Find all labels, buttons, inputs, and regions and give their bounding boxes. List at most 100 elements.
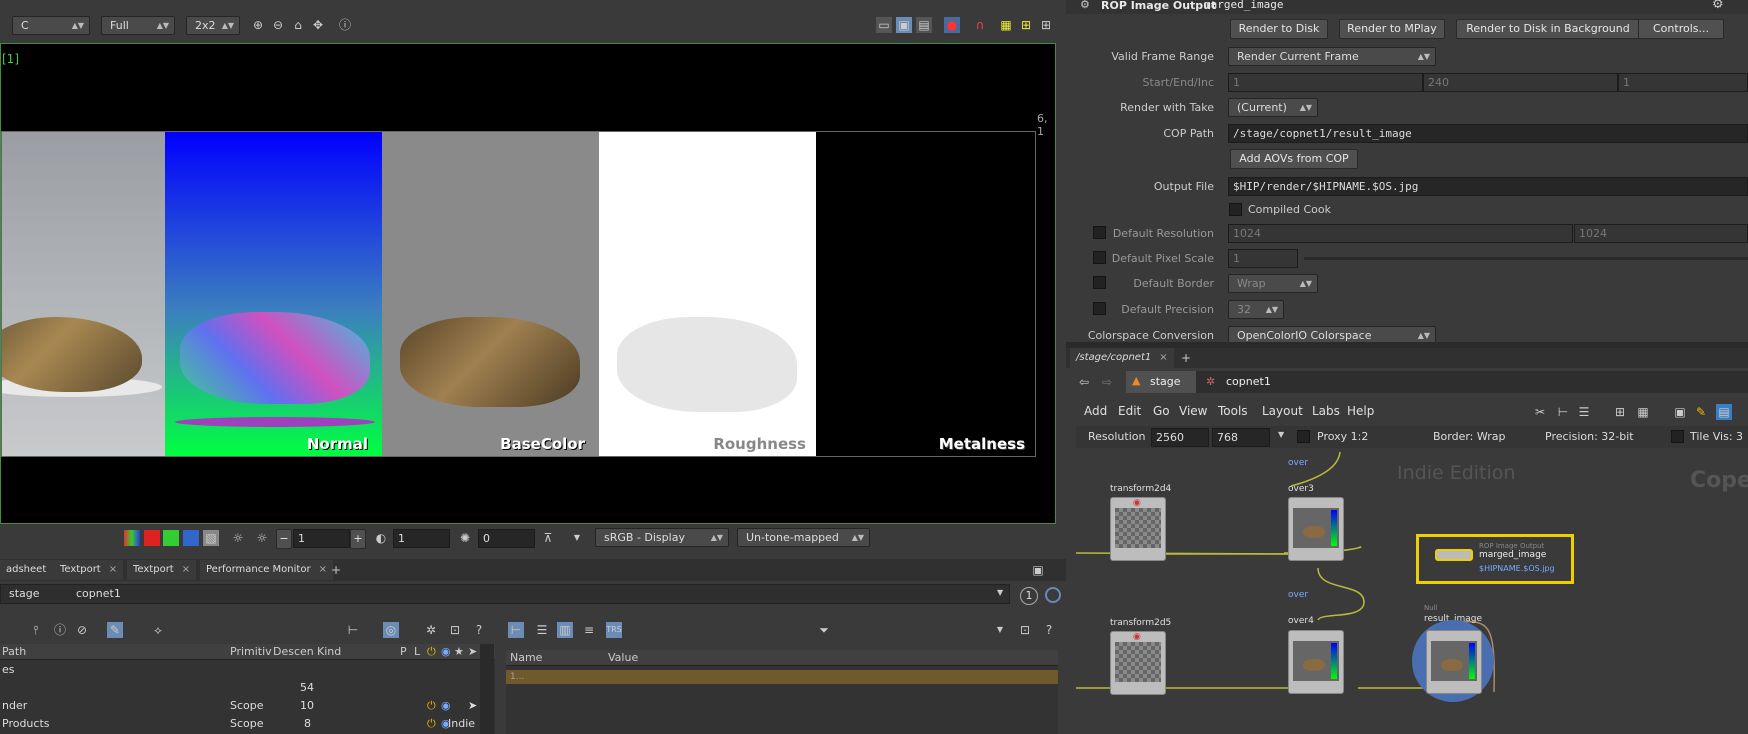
contrast-icon[interactable]: ◐ xyxy=(373,530,389,546)
details-bookmark-icon[interactable]: ⊡ xyxy=(1017,622,1033,638)
col-primitive[interactable]: Primitiv xyxy=(230,645,272,658)
network-canvas[interactable]: Indie Edition Cope transform2d4 ◉ transf… xyxy=(1076,452,1748,734)
copnet-crumb[interactable]: copnet1 xyxy=(76,587,121,600)
brightness-icon[interactable]: ✺ xyxy=(457,530,473,546)
visible-icon[interactable]: ◉ xyxy=(441,698,451,714)
zoom-in-icon[interactable]: ⊕ xyxy=(250,17,266,33)
tree-icon[interactable]: ⊢ xyxy=(1555,404,1571,420)
pick-icon[interactable]: ⟡ xyxy=(150,622,166,638)
view-mode-3-icon[interactable]: ▤ xyxy=(916,17,932,33)
render-icon[interactable]: ● xyxy=(944,17,960,33)
exposure-icon[interactable]: ☼ xyxy=(230,530,246,546)
col-active-icon[interactable]: ⏻ xyxy=(427,645,436,659)
gamma-field[interactable]: 1 xyxy=(393,529,450,548)
inc-field[interactable]: 1 xyxy=(1618,73,1748,92)
col-value[interactable]: Value xyxy=(608,651,638,664)
gamma-icon[interactable]: ☼ xyxy=(254,530,270,546)
tonemap-select[interactable]: Un-tone-mapped ▲▼ xyxy=(737,528,870,547)
pin-badge[interactable]: 1 xyxy=(1020,587,1038,605)
fit-icon[interactable]: ✥ xyxy=(310,17,326,33)
render-to-mplay-button[interactable]: Render to MPlay xyxy=(1339,19,1445,39)
col-descendants[interactable]: Descen xyxy=(273,645,314,658)
search-icon[interactable]: ⊘ xyxy=(74,622,90,638)
tile-icon[interactable]: ⊞ xyxy=(1038,17,1054,33)
red-channel-icon[interactable] xyxy=(144,530,160,546)
copnet-crumb-button[interactable]: copnet1 xyxy=(1226,375,1271,388)
default-border-select[interactable]: Wrap ▲▼ xyxy=(1228,274,1318,293)
grid-view-icon[interactable]: ⊞ xyxy=(1612,404,1628,420)
menu-go[interactable]: Go xyxy=(1153,404,1170,418)
controls-button[interactable]: Controls... xyxy=(1638,19,1724,39)
details-help-icon[interactable]: ? xyxy=(1041,622,1057,638)
help-icon[interactable]: ? xyxy=(471,622,487,638)
layout-select[interactable]: 2x2 ▲▼ xyxy=(186,16,240,35)
compiled-cook-checkbox[interactable] xyxy=(1229,203,1242,216)
home-icon[interactable]: ⌂ xyxy=(290,17,306,33)
path-dropdown-icon[interactable]: ▼ xyxy=(997,588,1003,597)
menu-view[interactable]: View xyxy=(1179,404,1207,418)
menu-tools[interactable]: Tools xyxy=(1218,404,1248,418)
render-with-take-select[interactable]: (Current) ▲▼ xyxy=(1228,98,1318,117)
node-name-field[interactable]: marged_image xyxy=(1204,0,1283,11)
lut-icon[interactable]: ⊼ xyxy=(540,530,556,546)
output-file-field[interactable]: $HIP/render/$HIPNAME.$OS.jpg xyxy=(1228,177,1748,196)
add-network-tab-icon[interactable]: + xyxy=(1178,350,1194,366)
transforms-icon[interactable]: TRS xyxy=(606,622,622,638)
transform2d5-node[interactable]: ◉ xyxy=(1110,631,1166,695)
columns-view-icon[interactable]: ▥ xyxy=(557,622,573,638)
rgb-channel-icon[interactable] xyxy=(124,530,140,546)
note-icon[interactable]: ✎ xyxy=(1693,404,1709,420)
tree-options-icon[interactable]: ⫯ xyxy=(28,622,44,638)
col-select-icon[interactable]: ➤ xyxy=(468,645,477,658)
tile-vis-checkbox[interactable] xyxy=(1671,430,1684,443)
rop-image-output-node[interactable]: ROP Image Output marged_image $HIPNAME.$… xyxy=(1416,534,1574,584)
res-y-field[interactable]: 1024 xyxy=(1574,224,1748,243)
menu-help[interactable]: Help xyxy=(1347,404,1374,418)
menu-edit[interactable]: Edit xyxy=(1118,404,1141,418)
menu-layout[interactable]: Layout xyxy=(1262,404,1303,418)
decrement-button[interactable]: − xyxy=(276,529,292,549)
resolution-select[interactable]: Full ▲▼ xyxy=(101,16,175,35)
bookmark-icon[interactable]: ⊡ xyxy=(447,622,463,638)
background-image-icon[interactable]: ▤ xyxy=(1716,404,1732,420)
active-icon[interactable]: ⏻ xyxy=(427,716,436,732)
rows-view-icon[interactable]: ≡ xyxy=(581,622,597,638)
stage-crumb[interactable]: stage xyxy=(9,587,40,600)
brightness-field[interactable]: 0 xyxy=(478,529,535,548)
pixel-scale-field[interactable]: 1 xyxy=(1228,249,1298,268)
image-view-icon[interactable]: ▣ xyxy=(1672,404,1688,420)
table-row[interactable]: 54 xyxy=(0,680,445,696)
table-row[interactable]: Products Scope 8 ⏻ ◉ Indie xyxy=(0,716,475,732)
over4-node[interactable] xyxy=(1288,630,1344,694)
select-arrow-icon[interactable]: ➤ xyxy=(468,698,477,714)
pixel-scale-slider[interactable] xyxy=(1304,257,1748,260)
back-arrow-icon[interactable]: ⇦ xyxy=(1076,374,1092,390)
link-icon[interactable] xyxy=(1045,587,1061,603)
render-background-button[interactable]: Render to Disk in Background xyxy=(1456,19,1640,39)
tools-icon[interactable]: ✂ xyxy=(1532,404,1548,420)
over3-node[interactable] xyxy=(1288,497,1344,561)
col-kind[interactable]: Kind xyxy=(317,645,341,658)
hierarchy-icon[interactable]: ⊢ xyxy=(345,622,361,638)
render-to-disk-button[interactable]: Render to Disk xyxy=(1230,19,1328,39)
gear-icon[interactable]: ⚙ xyxy=(1712,0,1724,12)
tab-textport-1[interactable]: Textport × xyxy=(54,560,124,580)
valid-frame-range-select[interactable]: Render Current Frame ▲▼ xyxy=(1228,47,1436,66)
res-dropdown-icon[interactable]: ▼ xyxy=(1278,430,1284,439)
scene-scrollbar[interactable] xyxy=(480,644,494,734)
increment-button[interactable]: + xyxy=(350,529,366,549)
channel-select[interactable]: C ▲▼ xyxy=(12,16,90,35)
snap-magnet-icon[interactable]: ∩ xyxy=(972,17,988,33)
zoom-out-icon[interactable]: ⊖ xyxy=(270,17,286,33)
green-channel-icon[interactable] xyxy=(163,530,179,546)
table-view-icon[interactable]: ▦ xyxy=(1635,404,1651,420)
add-tab-icon[interactable]: + xyxy=(328,562,344,578)
table-row[interactable]: es xyxy=(0,662,445,678)
pane-layout-icon[interactable]: ▣ xyxy=(1030,562,1046,578)
col-l[interactable]: L xyxy=(414,645,420,658)
transform2d4-node[interactable]: ◉ xyxy=(1110,497,1166,561)
grid-icon[interactable]: ⊞ xyxy=(1018,17,1034,33)
list-view-icon[interactable]: ☰ xyxy=(534,622,550,638)
tab-performance-monitor[interactable]: Performance Monitor × xyxy=(200,560,333,580)
stage-crumb-button[interactable]: ▲ stage xyxy=(1126,371,1196,393)
